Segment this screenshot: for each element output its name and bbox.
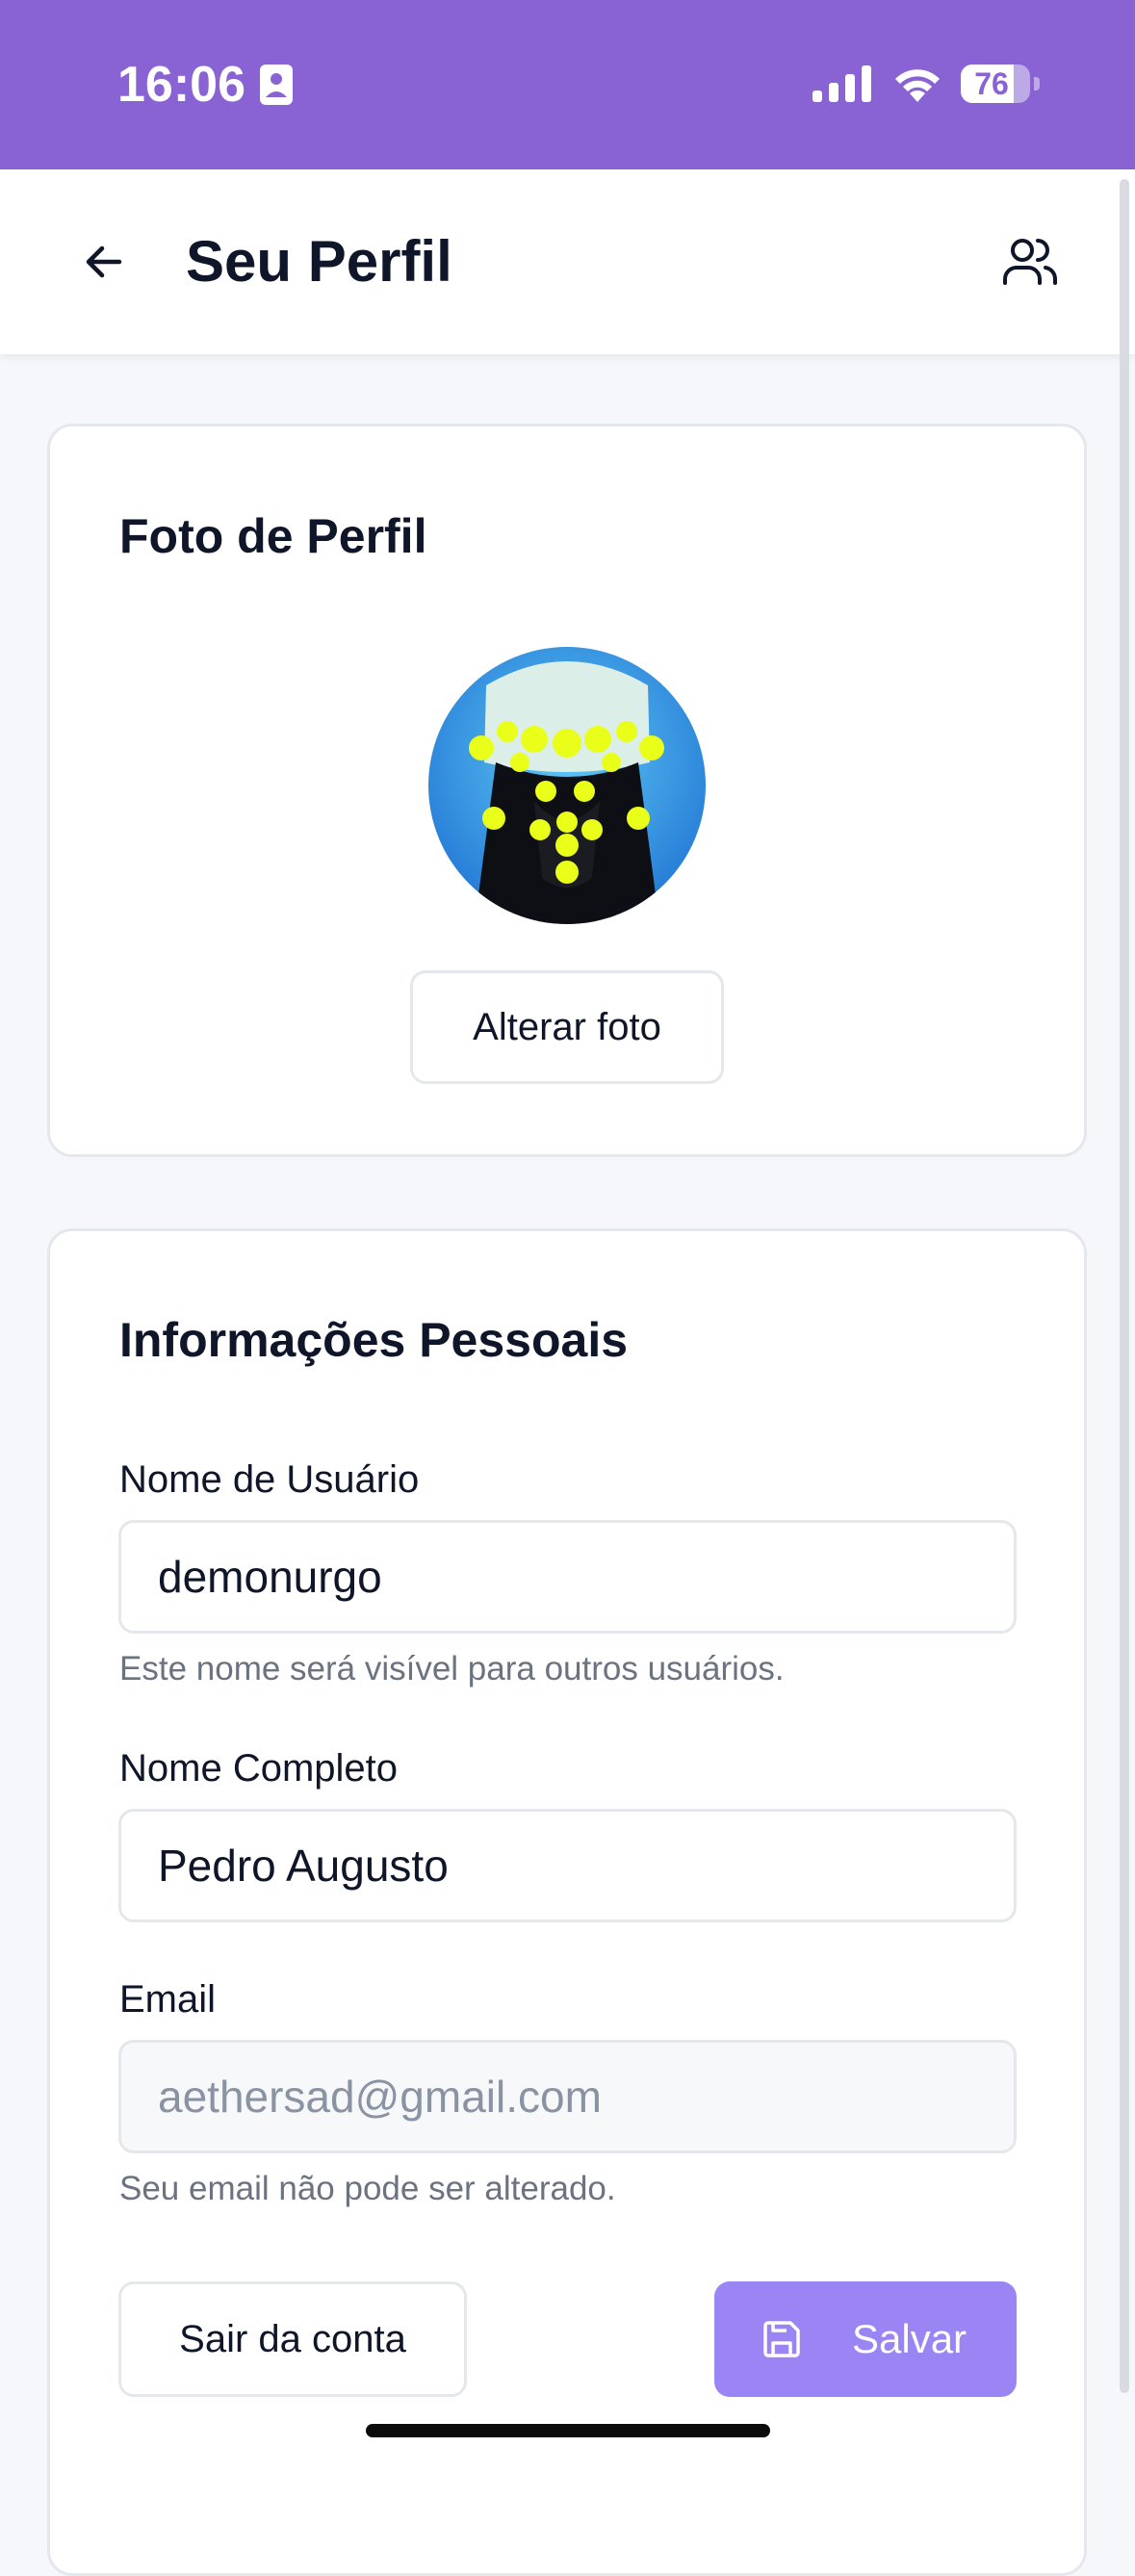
scrollbar[interactable] [1120,179,1129,2393]
battery-icon: 76 [961,64,1040,103]
save-button[interactable]: Salvar [714,2281,1017,2397]
signal-icon [813,65,871,102]
back-button[interactable] [75,235,133,289]
info-card-title: Informações Pessoais [119,1313,629,1367]
arrow-left-icon [86,245,122,278]
status-bar: 16:06 76 [0,0,1135,169]
username-input[interactable]: demonurgo [118,1520,1017,1634]
change-photo-button[interactable]: Alterar foto [410,970,724,1084]
users-button[interactable] [997,231,1063,296]
avatar [428,647,706,924]
status-time: 16:06 [117,57,245,113]
page-title: Seu Perfil [186,229,452,294]
avatar-image [428,647,706,924]
home-indicator[interactable] [366,2424,770,2437]
email-helper: Seu email não pode ser alterado. [119,2170,616,2207]
battery-level: 76 [974,66,1009,101]
username-label: Nome de Usuário [119,1458,420,1501]
floppy-disk-icon [763,2321,800,2357]
username-helper: Este nome será visível para outros usuár… [119,1650,785,1687]
wifi-icon [895,69,940,102]
app-header [0,169,1135,354]
email-input: aethersad@gmail.com [118,2040,1017,2153]
users-icon [1003,239,1058,285]
full-name-label: Nome Completo [119,1747,399,1790]
id-card-icon [260,64,293,105]
full-name-input[interactable]: Pedro Augusto [118,1809,1017,1922]
photo-card-title: Foto de Perfil [119,509,427,563]
save-label: Salvar [852,2316,967,2361]
email-label: Email [119,1978,217,2021]
logout-button[interactable]: Sair da conta [118,2281,467,2397]
